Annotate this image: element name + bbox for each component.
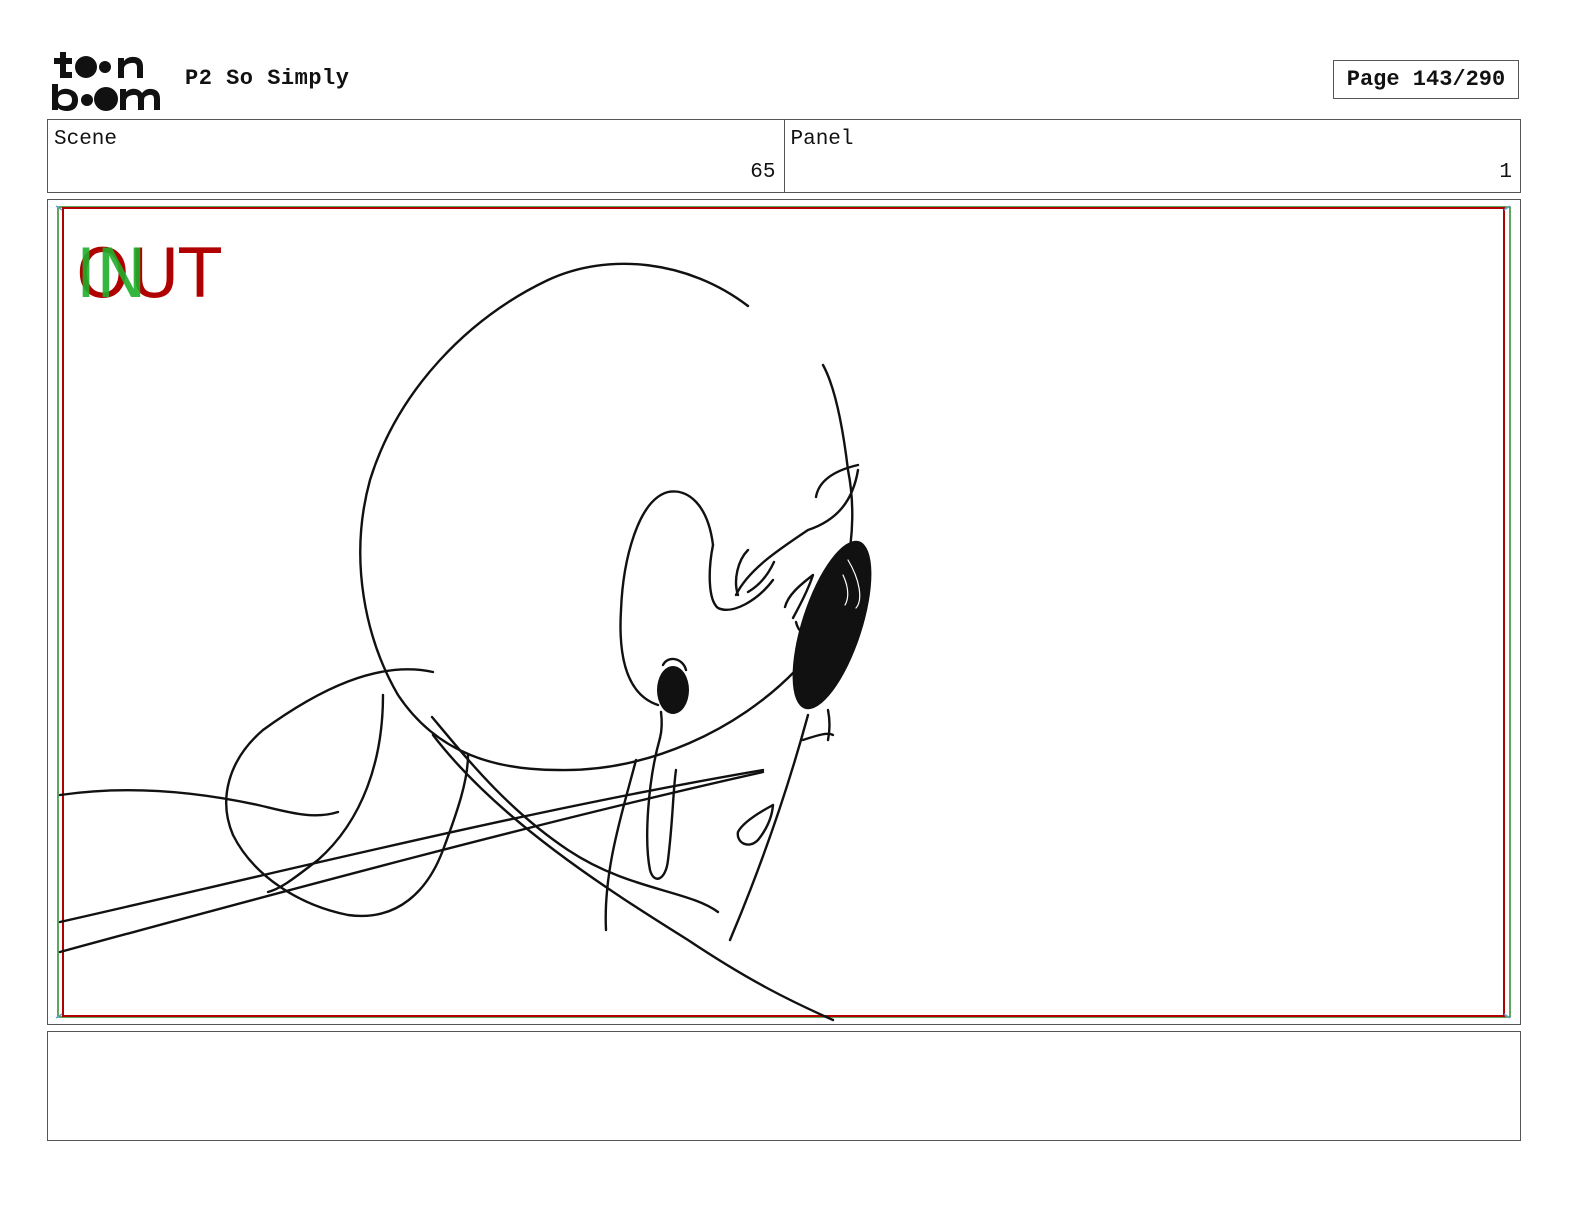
- dark-oval: [792, 540, 872, 710]
- toon-boom-logo: [50, 50, 165, 112]
- panel-label: Panel: [790, 128, 854, 151]
- storyboard-panel: OUT IN: [47, 199, 1521, 1025]
- cheek-dot: [657, 666, 689, 714]
- back-line: [431, 733, 835, 1022]
- frame-corner-marks: [55, 205, 1511, 1019]
- toon-boom-logo-mark: [52, 52, 160, 111]
- tie-top: [658, 710, 663, 740]
- camera-frame: [62, 207, 1505, 1017]
- arm-loop: [225, 668, 470, 918]
- panel-drawing: OUT IN: [55, 205, 1511, 1022]
- scene-label: Scene: [54, 128, 118, 151]
- shoulder-line: [58, 789, 340, 817]
- neck-small: [826, 708, 831, 742]
- in-marker: IN: [76, 235, 147, 314]
- scene-panel-info-row: Scene 65 Panel 1: [47, 119, 1521, 193]
- scene-cell: Scene 65: [48, 120, 784, 192]
- tie-loop: [646, 736, 678, 880]
- pole-lower: [58, 770, 765, 954]
- page-label: Page 143/290: [1346, 67, 1506, 92]
- project-title: P2 So Simply: [185, 66, 350, 91]
- panel-cell: Panel 1: [783, 120, 1521, 192]
- page-number-box: Page 143/290: [1333, 60, 1519, 99]
- body-curve: [430, 715, 720, 914]
- character-sketch: [58, 262, 872, 1022]
- caption-box: [47, 1031, 1521, 1141]
- scene-value: 65: [750, 161, 776, 184]
- action-safe-guide: [57, 206, 1511, 1018]
- arm-inner: [266, 693, 385, 894]
- panel-value: 1: [1499, 161, 1512, 184]
- head-outline: [359, 262, 854, 772]
- hand-sketch: [736, 803, 775, 846]
